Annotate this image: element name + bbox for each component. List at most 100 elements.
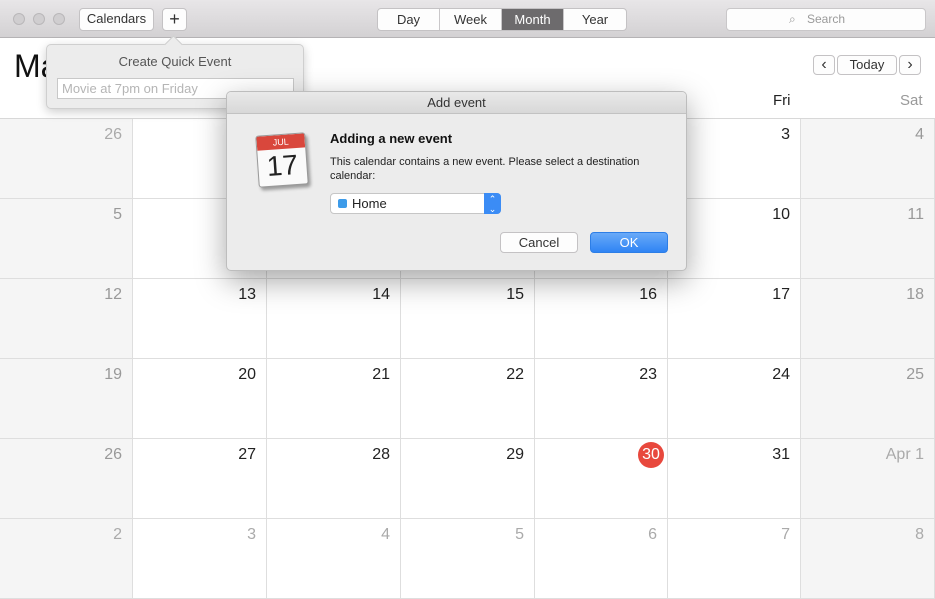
search-input[interactable]: ⌕ Search xyxy=(726,8,926,31)
selected-calendar: Home xyxy=(352,196,387,211)
day-cell[interactable]: 26 xyxy=(0,119,133,199)
day-cell[interactable]: 19 xyxy=(0,359,133,439)
date-number: 7 xyxy=(781,526,790,543)
previous-month-button[interactable]: ‹ xyxy=(813,55,835,75)
date-number: 5 xyxy=(515,526,524,543)
date-number: Apr 1 xyxy=(885,446,924,463)
add-event-dialog: Add event JUL 17 Adding a new event This… xyxy=(226,91,687,271)
date-number: 10 xyxy=(772,206,790,223)
day-cell[interactable]: 31 xyxy=(668,439,801,519)
day-cell[interactable]: 17 xyxy=(668,279,801,359)
day-header-sat: Sat xyxy=(900,92,923,109)
dialog-title: Add event xyxy=(227,92,686,114)
calendar-select[interactable]: Home ⌃ ⌄ xyxy=(330,193,501,214)
date-number: 17 xyxy=(772,286,790,303)
search-icon: ⌕ xyxy=(789,12,796,26)
next-month-button[interactable]: › xyxy=(899,55,921,75)
date-number: 24 xyxy=(772,366,790,383)
date-number: 2 xyxy=(113,526,122,543)
calendar-app-icon: JUL 17 xyxy=(255,132,309,188)
day-cell[interactable]: 4 xyxy=(801,119,935,199)
today-date: 30 xyxy=(638,442,664,468)
close-window-button[interactable] xyxy=(13,13,25,25)
calendars-button[interactable]: Calendars xyxy=(79,8,154,31)
date-number: 4 xyxy=(381,526,390,543)
date-number: 3 xyxy=(781,126,790,143)
date-number: 20 xyxy=(238,366,256,383)
day-cell[interactable]: 27 xyxy=(133,439,267,519)
add-event-button[interactable]: + xyxy=(162,8,187,31)
day-cell[interactable]: 16 xyxy=(535,279,668,359)
day-cell[interactable]: 13 xyxy=(133,279,267,359)
date-number: 13 xyxy=(238,286,256,303)
date-number: 22 xyxy=(506,366,524,383)
date-number: 25 xyxy=(906,366,924,383)
date-number: 28 xyxy=(372,446,390,463)
dialog-message: This calendar contains a new event. Plea… xyxy=(330,156,640,182)
tab-day[interactable]: Day xyxy=(378,9,440,30)
day-cell[interactable]: 14 xyxy=(267,279,401,359)
day-cell[interactable]: 5 xyxy=(401,519,535,599)
search-placeholder: Search xyxy=(807,12,846,26)
day-cell[interactable]: 3 xyxy=(133,519,267,599)
today-button[interactable]: Today xyxy=(837,55,897,75)
day-cell[interactable]: 28 xyxy=(267,439,401,519)
icon-day: 17 xyxy=(265,148,300,183)
view-switcher: Day Week Month Year xyxy=(377,8,627,31)
day-cell[interactable]: 22 xyxy=(401,359,535,439)
day-cell[interactable]: 18 xyxy=(801,279,935,359)
date-number: 27 xyxy=(238,446,256,463)
day-cell[interactable]: 6 xyxy=(535,519,668,599)
tab-month[interactable]: Month xyxy=(502,9,564,30)
date-number: 19 xyxy=(104,366,122,383)
day-cell[interactable]: 11 xyxy=(801,199,935,279)
cancel-button[interactable]: Cancel xyxy=(500,232,578,253)
ok-button[interactable]: OK xyxy=(590,232,668,253)
day-cell[interactable]: 7 xyxy=(668,519,801,599)
day-cell[interactable]: 25 xyxy=(801,359,935,439)
date-number: 14 xyxy=(372,286,390,303)
date-number: 21 xyxy=(372,366,390,383)
date-number: 4 xyxy=(915,126,924,143)
day-cell[interactable]: 30 xyxy=(535,439,668,519)
toolbar: Calendars + Day Week Month Year ⌕ Search xyxy=(0,0,935,38)
day-header-fri: Fri xyxy=(773,92,791,109)
day-cell[interactable]: 4 xyxy=(267,519,401,599)
day-cell[interactable]: 26 xyxy=(0,439,133,519)
day-cell[interactable]: 24 xyxy=(668,359,801,439)
date-number: 26 xyxy=(104,126,122,143)
home-calendar-color-icon xyxy=(338,199,347,208)
date-number: 15 xyxy=(506,286,524,303)
day-cell[interactable]: Apr 1 xyxy=(801,439,935,519)
date-number: 31 xyxy=(772,446,790,463)
tab-week[interactable]: Week xyxy=(440,9,502,30)
tab-year[interactable]: Year xyxy=(564,9,626,30)
day-cell[interactable]: 10 xyxy=(668,199,801,279)
date-number: 12 xyxy=(104,286,122,303)
date-number: 29 xyxy=(506,446,524,463)
date-number: 23 xyxy=(639,366,657,383)
date-number: 18 xyxy=(906,286,924,303)
day-cell[interactable]: 12 xyxy=(0,279,133,359)
date-number: 3 xyxy=(247,526,256,543)
day-cell[interactable]: 8 xyxy=(801,519,935,599)
day-cell[interactable]: 23 xyxy=(535,359,668,439)
day-cell[interactable]: 29 xyxy=(401,439,535,519)
day-cell[interactable]: 21 xyxy=(267,359,401,439)
date-number: 6 xyxy=(648,526,657,543)
date-number: 16 xyxy=(639,286,657,303)
day-cell[interactable]: 3 xyxy=(668,119,801,199)
chevron-updown-icon: ⌃ ⌄ xyxy=(484,193,501,214)
dialog-heading: Adding a new event xyxy=(330,131,453,146)
minimize-window-button[interactable] xyxy=(33,13,45,25)
date-number: 26 xyxy=(104,446,122,463)
quick-event-title: Create Quick Event xyxy=(118,54,232,69)
date-number: 11 xyxy=(907,206,924,223)
day-cell[interactable]: 5 xyxy=(0,199,133,279)
day-cell[interactable]: 20 xyxy=(133,359,267,439)
date-number: 8 xyxy=(915,526,924,543)
day-cell[interactable]: 15 xyxy=(401,279,535,359)
day-cell[interactable]: 2 xyxy=(0,519,133,599)
zoom-window-button[interactable] xyxy=(53,13,65,25)
date-number: 5 xyxy=(113,206,122,223)
